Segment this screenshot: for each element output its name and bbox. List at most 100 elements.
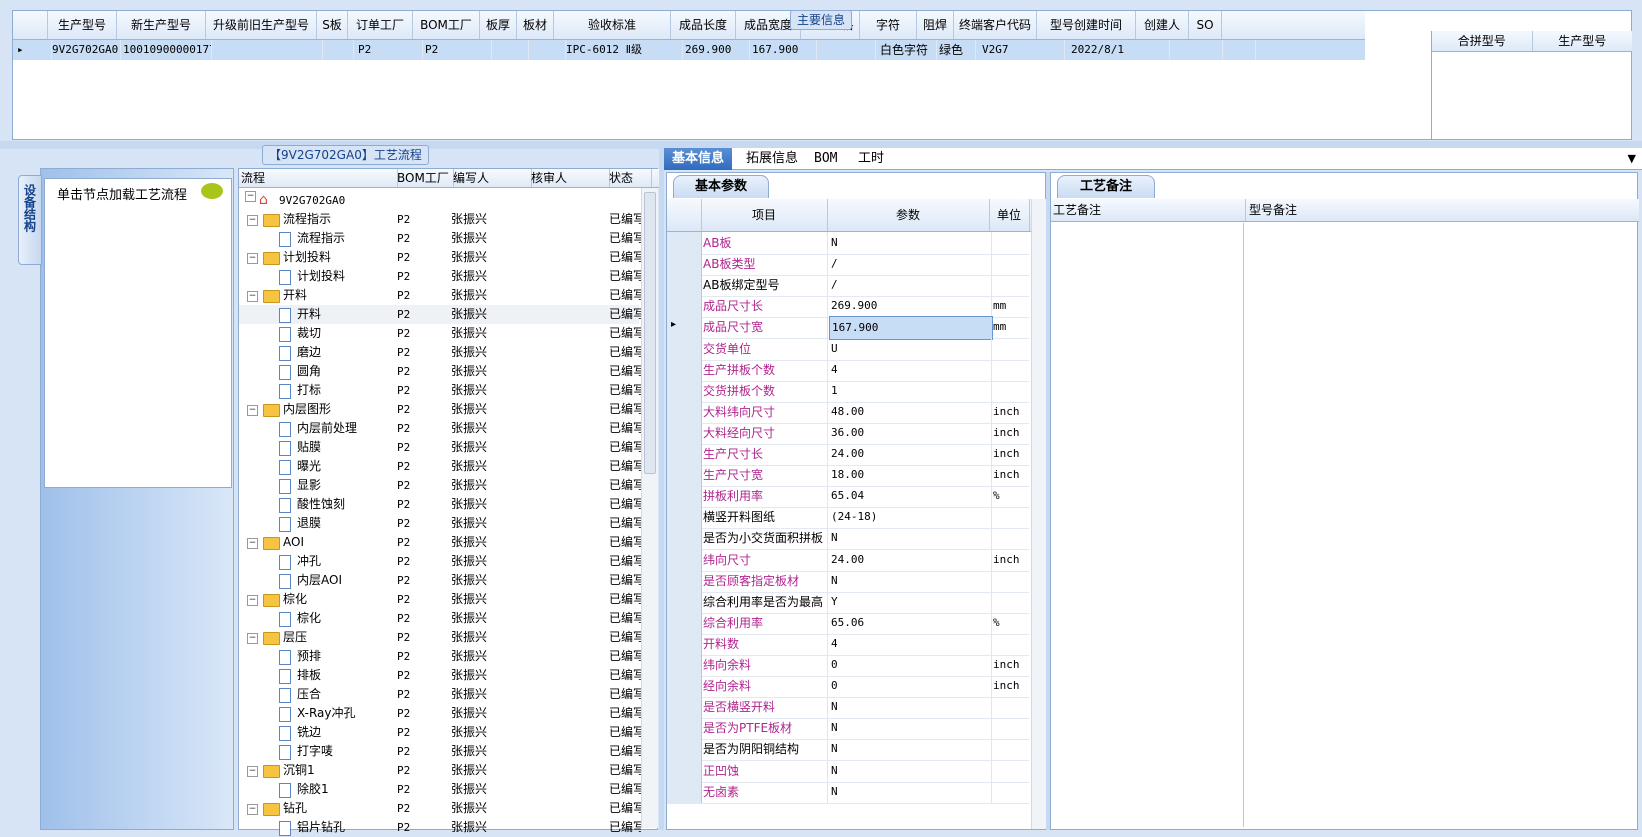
param-row[interactable]: 大料纬向尺寸 48.00 inch xyxy=(667,400,1029,424)
row-selector[interactable] xyxy=(667,274,702,297)
param-value[interactable]: N xyxy=(829,696,992,719)
param-value[interactable]: 36.00 xyxy=(829,421,992,444)
collapse-icon[interactable]: − xyxy=(247,291,258,302)
row-selector[interactable] xyxy=(667,590,702,613)
param-row[interactable]: 成品尺寸长 269.900 mm xyxy=(667,295,1029,319)
tab-craft-notes[interactable]: 工艺备注 xyxy=(1057,175,1155,198)
col-header[interactable]: 生产型号 xyxy=(1533,31,1633,51)
param-row[interactable]: 是否为阴阳铜结构 N xyxy=(667,738,1029,762)
param-value[interactable]: 4 xyxy=(829,632,992,655)
tree-leaf-node[interactable]: 开料 P2 张振兴 已编写 xyxy=(239,305,641,324)
param-row[interactable]: 纬向尺寸 24.00 inch xyxy=(667,548,1029,572)
param-value[interactable]: / xyxy=(829,253,992,276)
cell[interactable]: 167.900 xyxy=(750,40,817,60)
tree-scrollbar[interactable] xyxy=(641,188,658,828)
param-row[interactable]: 综合利用率是否为最高 Y xyxy=(667,590,1029,614)
collapse-icon[interactable]: − xyxy=(247,633,258,644)
header-corner[interactable] xyxy=(667,199,702,231)
param-row[interactable]: 生产拼板个数 4 xyxy=(667,358,1029,382)
tree-leaf-node[interactable]: 铣边 P2 张振兴 已编写 xyxy=(239,723,641,742)
param-value[interactable]: 24.00 xyxy=(829,443,992,465)
tab-basic-params[interactable]: 基本参数 xyxy=(673,175,769,198)
col-header[interactable]: 订单工厂 xyxy=(348,11,413,39)
cell[interactable]: IPC-6012 Ⅱ级 xyxy=(566,40,683,60)
param-row[interactable]: AB板类型 / xyxy=(667,253,1029,277)
header-corner[interactable] xyxy=(13,11,48,39)
tree-leaf-node[interactable]: 曝光 P2 张振兴 已编写 xyxy=(239,457,641,476)
col-header[interactable]: 升级前旧生产型号 xyxy=(206,11,317,39)
tree-leaf-node[interactable]: 棕化 P2 张振兴 已编写 xyxy=(239,609,641,628)
tree-leaf-node[interactable]: 排板 P2 张振兴 已编写 xyxy=(239,666,641,685)
tree-leaf-node[interactable]: 磨边 P2 张振兴 已编写 xyxy=(239,343,641,362)
collapse-icon[interactable]: − xyxy=(247,804,258,815)
tree-leaf-node[interactable]: 流程指示 P2 张振兴 已编写 xyxy=(239,229,641,248)
param-value[interactable]: 0 xyxy=(829,675,992,698)
params-scrollbar[interactable] xyxy=(1031,199,1046,829)
param-row[interactable]: 生产尺寸长 24.00 inch xyxy=(667,443,1029,466)
col-header[interactable]: 型号备注 xyxy=(1249,199,1297,221)
row-selector[interactable] xyxy=(667,632,702,655)
tree-folder-node[interactable]: − 棕化 P2 张振兴 已编写 xyxy=(239,590,641,609)
row-selector[interactable] xyxy=(667,358,702,381)
param-value[interactable]: N xyxy=(829,232,992,254)
param-row[interactable]: 是否为PTFE板材 N xyxy=(667,717,1029,741)
param-row[interactable]: 无卤素 N xyxy=(667,780,1029,804)
row-selector[interactable] xyxy=(667,253,702,276)
tree-leaf-node[interactable]: 显影 P2 张振兴 已编写 xyxy=(239,476,641,495)
cell[interactable]: V2G7 xyxy=(976,40,1065,60)
tree-folder-node[interactable]: − 计划投料 P2 张振兴 已编写 xyxy=(239,248,641,267)
col-header[interactable]: 单位 xyxy=(989,199,1030,231)
param-value[interactable]: N xyxy=(829,738,992,761)
speech-bubble-icon[interactable] xyxy=(201,183,223,199)
col-header[interactable]: 合拼型号 xyxy=(1432,31,1533,51)
col-header[interactable]: 编写人 xyxy=(451,169,532,187)
tree-root-node[interactable]: − ⌂ 9V2G702GA0 xyxy=(239,191,639,210)
tree-leaf-node[interactable]: 计划投料 P2 张振兴 已编写 xyxy=(239,267,641,286)
row-selector[interactable] xyxy=(667,738,702,761)
tab-bom[interactable]: BOM xyxy=(806,148,845,170)
cell[interactable] xyxy=(1223,40,1256,60)
param-row[interactable]: 开料数 4 xyxy=(667,632,1029,656)
tree-folder-node[interactable]: − AOI P2 张振兴 已编写 xyxy=(239,533,641,552)
tree-leaf-node[interactable]: 打字唛 P2 张振兴 已编写 xyxy=(239,742,641,761)
row-selector[interactable] xyxy=(667,654,702,676)
param-row[interactable]: 综合利用率 65.06% xyxy=(667,611,1029,635)
cell[interactable]: 269.900 xyxy=(683,40,750,60)
tree-leaf-node[interactable]: 裁切 P2 张振兴 已编写 xyxy=(239,324,641,343)
main-info-row[interactable]: ▸ 9V2G702GA0 10010900000177 P2 P2 IPC-60… xyxy=(13,40,1365,60)
col-header[interactable]: 状态 xyxy=(607,169,652,187)
collapse-icon[interactable]: − xyxy=(247,253,258,264)
col-header[interactable]: 板材 xyxy=(517,11,554,39)
cell[interactable]: 2022/8/1 xyxy=(1065,40,1170,60)
param-row[interactable]: 是否横竖开料 N xyxy=(667,696,1029,720)
col-header[interactable]: 参数 xyxy=(827,199,990,231)
model-notes-textarea[interactable] xyxy=(1247,223,1635,827)
cell[interactable]: 白色字符 xyxy=(876,40,937,60)
tree-leaf-node[interactable]: 压合 P2 张振兴 已编写 xyxy=(239,685,641,704)
tab-basic-info[interactable]: 基本信息 xyxy=(664,148,733,170)
col-header[interactable]: 流程 xyxy=(239,169,398,187)
tree-leaf-node[interactable]: 退膜 P2 张振兴 已编写 xyxy=(239,514,641,533)
col-header[interactable]: 工艺备注 xyxy=(1053,199,1246,221)
param-row[interactable]: 生产尺寸宽 18.00 inch xyxy=(667,464,1029,488)
col-header[interactable]: 终端客户代码 xyxy=(954,11,1037,39)
row-selector[interactable] xyxy=(667,696,702,719)
col-header[interactable]: 字符 xyxy=(860,11,917,39)
tree-leaf-node[interactable]: 预排 P2 张振兴 已编写 xyxy=(239,647,641,666)
collapse-icon[interactable]: − xyxy=(247,538,258,549)
param-row[interactable]: 交货拼板个数 1 xyxy=(667,379,1029,403)
col-header[interactable]: 成品长度 xyxy=(671,11,736,39)
tree-leaf-node[interactable]: 内层前处理 P2 张振兴 已编写 xyxy=(239,419,641,438)
param-row[interactable]: ▸ 成品尺寸宽 167.900 mm xyxy=(667,316,1029,341)
param-value[interactable]: N xyxy=(829,780,992,803)
cell[interactable] xyxy=(212,40,323,60)
row-selector[interactable] xyxy=(667,485,702,508)
param-row[interactable]: AB板 N xyxy=(667,232,1029,255)
param-value[interactable]: N xyxy=(829,759,992,782)
tree-folder-node[interactable]: − 内层图形 P2 张振兴 已编写 xyxy=(239,400,641,419)
param-row[interactable]: 大料经向尺寸 36.00 inch xyxy=(667,421,1029,445)
cell[interactable]: P2 xyxy=(354,40,423,60)
col-header[interactable]: 验收标准 xyxy=(554,11,671,39)
tree-leaf-node[interactable]: 冲孔 P2 张振兴 已编写 xyxy=(239,552,641,571)
collapse-icon[interactable]: − xyxy=(247,215,258,226)
